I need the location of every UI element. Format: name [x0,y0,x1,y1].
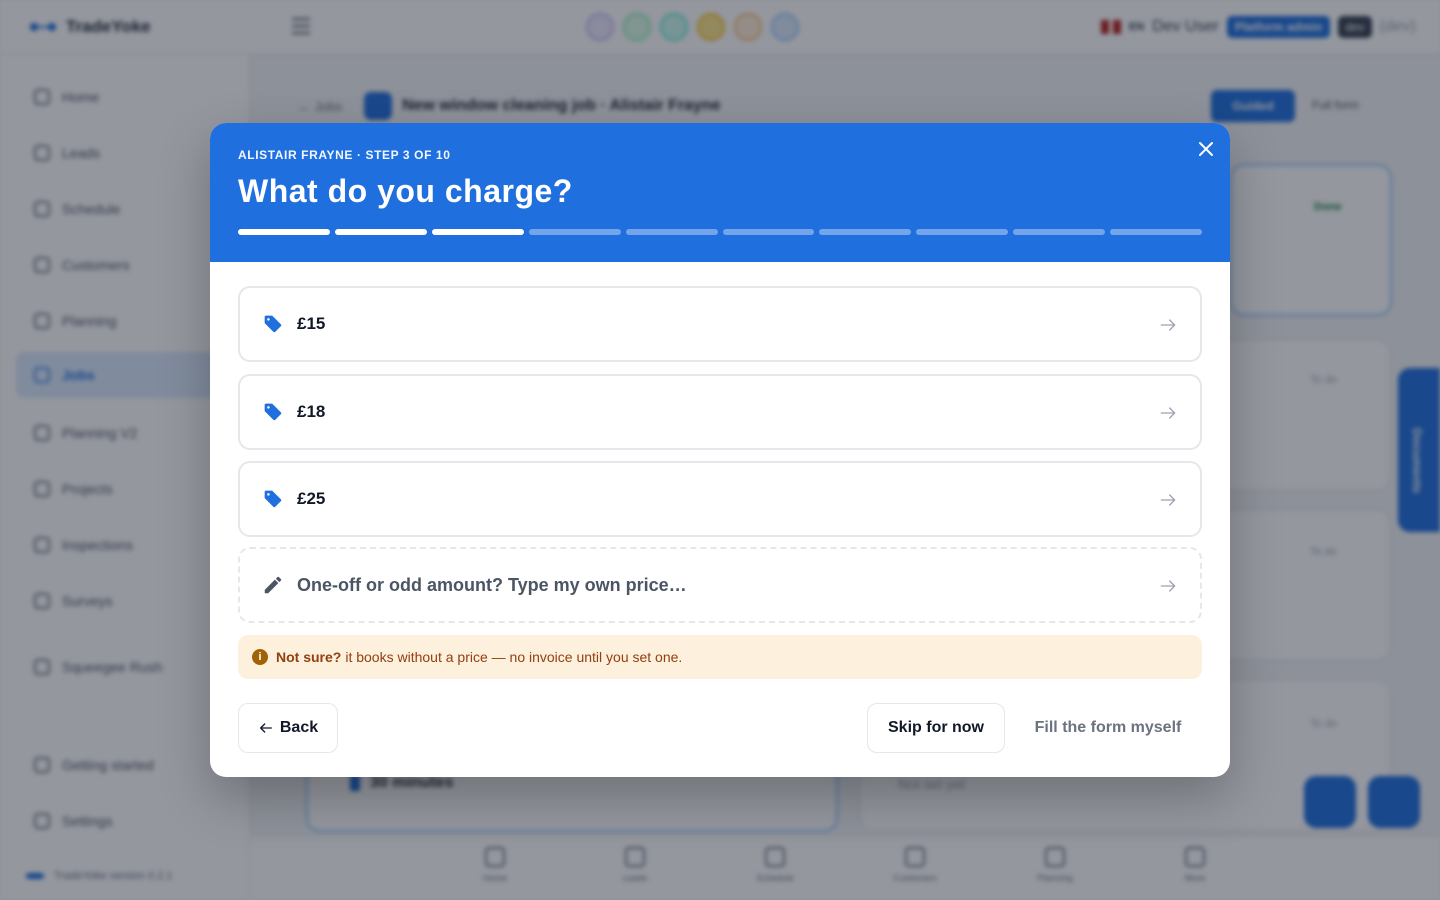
progress-segment [722,229,815,235]
modal-title: What do you charge? [238,173,573,209]
notice-bold: Not sure? [276,649,342,665]
price-option-label: £18 [297,402,326,421]
price-option-18[interactable]: £18 [238,374,1202,450]
progress-segment [431,229,524,235]
info-icon: i [252,649,268,665]
step-progress-bar [238,229,1203,235]
arrow-right-icon [1160,319,1176,331]
price-option-label: £15 [297,314,326,333]
price-step-modal: ALISTAIR FRAYNE · STEP 3 OF 10 What do y… [210,123,1230,777]
price-tag-icon [262,488,284,510]
progress-segment [334,229,427,235]
progress-segment [916,229,1009,235]
progress-segment [819,229,912,235]
custom-price-label: One-off or odd amount? Type my own price… [297,574,687,595]
arrow-left-icon [259,723,272,733]
no-price-notice: i Not sure? it books without a price — n… [238,635,1202,679]
price-option-label: £25 [297,489,326,508]
arrow-right-icon [1160,580,1176,592]
pencil-icon [262,574,284,596]
price-option-15[interactable]: £15 [238,286,1202,362]
progress-segment [238,229,330,235]
arrow-right-icon [1160,494,1176,506]
custom-price-option[interactable]: One-off or odd amount? Type my own price… [238,547,1202,623]
close-icon [1199,142,1213,156]
skip-button[interactable]: Skip for now [867,703,1005,753]
back-button[interactable]: Back [238,703,338,753]
price-tag-icon [262,313,284,335]
price-tag-icon [262,401,284,423]
step-indicator: ALISTAIR FRAYNE · STEP 3 OF 10 [238,148,451,162]
progress-segment [1110,229,1203,235]
modal-header: ALISTAIR FRAYNE · STEP 3 OF 10 What do y… [210,123,1230,262]
progress-segment [1013,229,1106,235]
arrow-right-icon [1160,407,1176,419]
close-button[interactable] [1194,137,1218,161]
notice-text: it books without a price — no invoice un… [345,649,683,665]
progress-segment [625,229,718,235]
fill-form-myself-button[interactable]: Fill the form myself [1020,703,1196,753]
progress-segment [528,229,621,235]
price-option-25[interactable]: £25 [238,461,1202,537]
